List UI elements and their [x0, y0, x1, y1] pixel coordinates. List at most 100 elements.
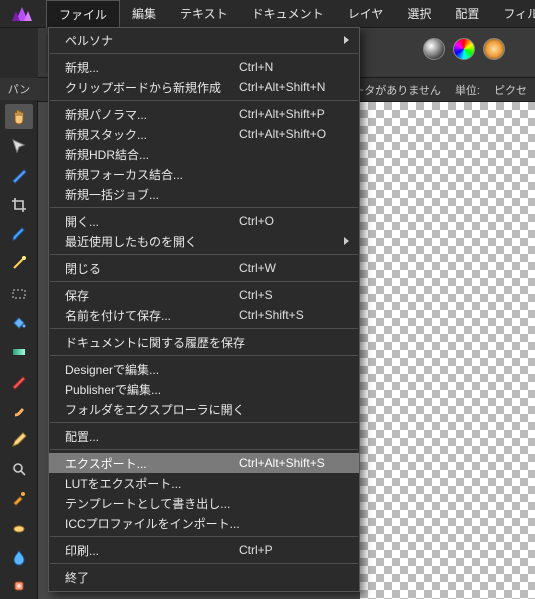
gradient-icon[interactable] [5, 339, 33, 364]
menu-label: ドキュメント [252, 5, 324, 22]
menu-separator [50, 536, 358, 537]
menu-label: 配置 [455, 5, 479, 22]
hand-icon[interactable] [5, 104, 33, 129]
menu-label: レイヤ [348, 5, 384, 22]
menu-separator [50, 53, 358, 54]
blend-circle-2[interactable] [453, 38, 475, 60]
blend-circle-1[interactable] [423, 38, 445, 60]
move-arrow-icon[interactable] [5, 133, 33, 158]
menu-item[interactable]: ペルソナ [49, 30, 359, 50]
sponge-icon[interactable] [5, 515, 33, 540]
menu-編集[interactable]: 編集 [120, 0, 168, 28]
menu-item-label: Publisherで編集... [65, 381, 349, 398]
crop-icon[interactable] [5, 192, 33, 217]
smudge-icon[interactable] [5, 398, 33, 423]
menu-item-label: ドキュメントに関する履歴を保存 [65, 334, 349, 351]
paintbrush-icon[interactable] [5, 221, 33, 246]
menu-item[interactable]: テンプレートとして書き出し... [49, 493, 359, 513]
units-value[interactable]: ピクセ [490, 82, 531, 98]
marquee-icon[interactable] [5, 280, 33, 305]
menu-item[interactable]: 終了 [49, 567, 359, 587]
menubar: ファイル編集テキストドキュメントレイヤ選択配置フィルタ表示 [0, 0, 535, 28]
menu-separator [50, 328, 358, 329]
menu-item-label: 名前を付けて保存... [65, 307, 239, 324]
menu-item-label: 開く... [65, 213, 239, 230]
menu-item[interactable]: 保存Ctrl+S [49, 285, 359, 305]
zoom-icon[interactable] [5, 456, 33, 481]
menu-ファイル[interactable]: ファイル [46, 0, 120, 28]
menu-item[interactable]: 閉じるCtrl+W [49, 258, 359, 278]
brush-icon[interactable] [5, 163, 33, 188]
document-canvas[interactable] [360, 102, 535, 599]
menu-item[interactable]: 配置... [49, 426, 359, 446]
menu-item[interactable]: ドキュメントに関する履歴を保存 [49, 332, 359, 352]
menu-item-label: 最近使用したものを開く [65, 233, 344, 250]
menu-item-shortcut: Ctrl+Shift+S [239, 308, 349, 322]
menu-label: テキスト [180, 5, 228, 22]
menu-item[interactable]: 最近使用したものを開く [49, 231, 359, 251]
menu-item-label: 新規パノラマ... [65, 106, 239, 123]
menu-item-label: 新規スタック... [65, 126, 239, 143]
menu-separator [50, 207, 358, 208]
menu-item-label: 配置... [65, 428, 349, 445]
menu-item-label: エクスポート... [65, 455, 239, 472]
menu-item-shortcut: Ctrl+Alt+Shift+O [239, 127, 349, 141]
menu-separator [50, 281, 358, 282]
menu-item[interactable]: 新規フォーカス結合... [49, 164, 359, 184]
menu-item[interactable]: 新規HDR結合... [49, 144, 359, 164]
menu-item[interactable]: 印刷...Ctrl+P [49, 540, 359, 560]
menu-item[interactable]: 開く...Ctrl+O [49, 211, 359, 231]
menu-separator [50, 254, 358, 255]
dropper-icon[interactable] [5, 486, 33, 511]
menu-item[interactable]: エクスポート...Ctrl+Alt+Shift+S [49, 453, 359, 473]
menu-テキスト[interactable]: テキスト [168, 0, 240, 28]
menu-label: ファイル [59, 6, 107, 23]
menu-item-label: 閉じる [65, 260, 239, 277]
menu-item-shortcut: Ctrl+N [239, 60, 349, 74]
menu-item-label: 新規一括ジョブ... [65, 186, 349, 203]
menu-item-label: LUTをエクスポート... [65, 475, 349, 492]
blend-circle-3[interactable] [483, 38, 505, 60]
menu-フィルタ[interactable]: フィルタ [491, 0, 535, 28]
menu-separator [50, 449, 358, 450]
menu-item-label: 新規HDR結合... [65, 146, 349, 163]
menu-レイヤ[interactable]: レイヤ [336, 0, 396, 28]
menu-item[interactable]: 名前を付けて保存...Ctrl+Shift+S [49, 305, 359, 325]
app-logo-icon [10, 4, 38, 24]
menu-item-label: フォルダをエクスプローラに開く [65, 401, 349, 418]
menu-item-label: テンプレートとして書き出し... [65, 495, 349, 512]
menu-選択[interactable]: 選択 [395, 0, 443, 28]
heal-icon[interactable] [5, 574, 33, 599]
menu-item-label: 新規フォーカス結合... [65, 166, 349, 183]
menu-item[interactable]: 新規...Ctrl+N [49, 57, 359, 77]
menu-item[interactable]: クリップボードから新規作成Ctrl+Alt+Shift+N [49, 77, 359, 97]
menu-item[interactable]: Publisherで編集... [49, 379, 359, 399]
menu-item[interactable]: LUTをエクスポート... [49, 473, 359, 493]
menu-separator [50, 100, 358, 101]
menu-item[interactable]: 新規パノラマ...Ctrl+Alt+Shift+P [49, 104, 359, 124]
menu-item[interactable]: ICCプロファイルをインポート... [49, 513, 359, 533]
water-drop-icon[interactable] [5, 544, 33, 569]
color-circle-group [423, 38, 505, 60]
menu-item-shortcut: Ctrl+W [239, 261, 349, 275]
menu-item[interactable]: フォルダをエクスプローラに開く [49, 399, 359, 419]
menu-ドキュメント[interactable]: ドキュメント [240, 0, 336, 28]
menu-item[interactable]: Designerで編集... [49, 359, 359, 379]
menu-label: フィルタ [503, 5, 535, 22]
menu-item-label: 保存 [65, 287, 239, 304]
menu-item-shortcut: Ctrl+O [239, 214, 349, 228]
menu-item-shortcut: Ctrl+Alt+Shift+N [239, 80, 349, 94]
submenu-arrow-icon [344, 237, 349, 245]
tool-strip [0, 100, 38, 599]
menu-item[interactable]: 新規スタック...Ctrl+Alt+Shift+O [49, 124, 359, 144]
wand-icon[interactable] [5, 251, 33, 276]
red-brush-icon[interactable] [5, 368, 33, 393]
file-menu-dropdown: ペルソナ新規...Ctrl+Nクリップボードから新規作成Ctrl+Alt+Shi… [48, 27, 360, 592]
flood-fill-icon[interactable] [5, 310, 33, 335]
pencil-icon[interactable] [5, 427, 33, 452]
menu-label: 選択 [407, 5, 431, 22]
menu-item-label: クリップボードから新規作成 [65, 79, 239, 96]
menu-配置[interactable]: 配置 [443, 0, 491, 28]
menu-separator [50, 355, 358, 356]
menu-item[interactable]: 新規一括ジョブ... [49, 184, 359, 204]
